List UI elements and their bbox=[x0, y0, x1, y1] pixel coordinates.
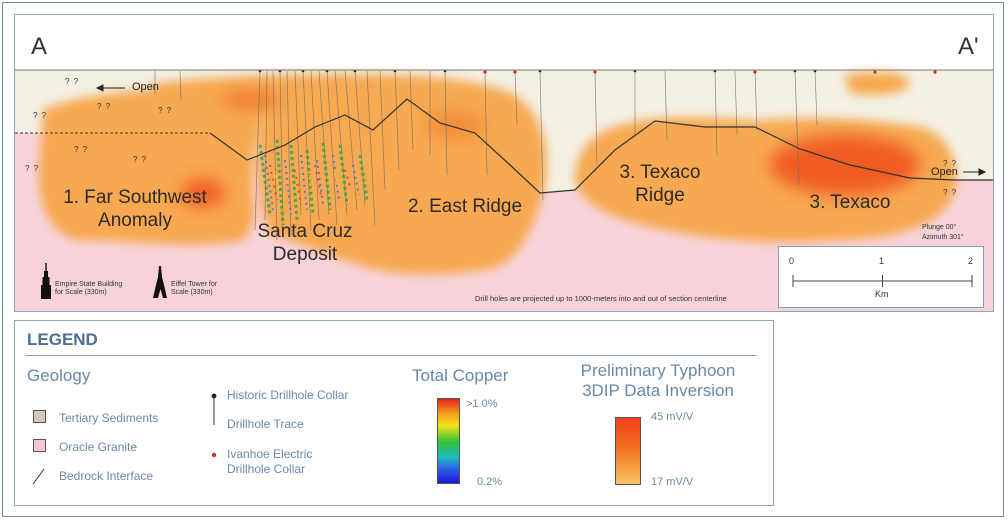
caption-line: Eiffel Tower for bbox=[171, 281, 218, 288]
area-label-santa-cruz: Santa Cruz Deposit bbox=[240, 220, 370, 266]
copper-min-label: 0.2% bbox=[477, 476, 503, 488]
ip-colorbar bbox=[615, 417, 641, 485]
unknown-mark: ? ? bbox=[158, 106, 173, 115]
ip-heading-line: Preliminary Typhoon bbox=[580, 361, 736, 380]
scale-tick-label: 2 bbox=[968, 256, 974, 266]
ivanhoe-collar-icon bbox=[211, 452, 217, 458]
tertiary-sediments-label: Tertiary Sediments bbox=[59, 411, 159, 425]
area-label-line: Ridge bbox=[635, 185, 685, 206]
bedrock-interface-label: Bedrock Interface bbox=[59, 469, 154, 483]
section-end-label: A' bbox=[958, 33, 979, 60]
oracle-granite-label: Oracle Granite bbox=[59, 440, 138, 454]
unknown-mark: ? ? bbox=[133, 155, 148, 164]
total-copper-heading: Total Copper bbox=[412, 366, 509, 385]
legend-panel: LEGEND Geology Tertiary Sediments Oracle… bbox=[14, 320, 774, 506]
unknown-mark: ? ? bbox=[25, 164, 40, 173]
unknown-mark: ? ? bbox=[33, 111, 48, 120]
unknown-mark: ? ? bbox=[74, 145, 89, 154]
open-left-label: Open bbox=[132, 81, 159, 93]
eiffel-caption: Eiffel Tower for Scale (330m) bbox=[171, 281, 217, 297]
section-footnote: Drill holes are projected up to 1000-met… bbox=[475, 294, 727, 303]
legend-title: LEGEND bbox=[27, 330, 98, 349]
copper-max-label: >1.0% bbox=[466, 398, 498, 410]
ip-heading-line: 3DIP Data Inversion bbox=[582, 381, 734, 400]
area-label-texaco: 3. Texaco bbox=[790, 191, 910, 214]
unknown-mark: ? ? bbox=[97, 102, 112, 111]
empire-caption: Empire State Building for Scale (330m) bbox=[55, 281, 122, 297]
ip-heading: Preliminary Typhoon 3DIP Data Inversion bbox=[563, 361, 753, 401]
historic-collar-label: Historic Drillhole Collar bbox=[227, 388, 349, 402]
oracle-granite-swatch bbox=[33, 439, 46, 452]
area-label-east-ridge: 2. East Ridge bbox=[390, 195, 540, 218]
copper-colorbar bbox=[437, 398, 460, 484]
bedrock-interface-icon bbox=[32, 468, 45, 485]
area-label-line: Santa Cruz bbox=[257, 221, 353, 242]
tertiary-sediments-swatch bbox=[33, 410, 46, 423]
ivanhoe-collar-label-2: Drillhole Collar bbox=[227, 462, 306, 476]
area-label-texaco-ridge: 3. Texaco Ridge bbox=[595, 161, 725, 207]
drillhole-trace-label: Drillhole Trace bbox=[227, 417, 304, 431]
area-label-line: Deposit bbox=[272, 244, 338, 265]
unknown-mark: ? ? bbox=[65, 77, 80, 86]
plunge-label: Plunge 00° bbox=[922, 224, 957, 231]
caption-line: for Scale (330m) bbox=[55, 289, 107, 296]
area-label-line: 2. East Ridge bbox=[407, 196, 523, 217]
azimuth-label: Azimuth 301° bbox=[922, 234, 964, 241]
caption-line: Scale (330m) bbox=[171, 289, 213, 296]
scale-tick-label: 1 bbox=[879, 256, 885, 266]
ip-min-label: 17 mV/V bbox=[651, 476, 694, 488]
area-label-line: Anomaly bbox=[98, 210, 172, 231]
legend-divider bbox=[25, 355, 757, 356]
unknown-mark: ? ? bbox=[943, 188, 958, 197]
unknown-mark: ? ? bbox=[943, 159, 958, 168]
area-label-line: 3. Texaco bbox=[809, 192, 891, 213]
section-start-label: A bbox=[31, 33, 48, 60]
area-label-line: 1. Far Southwest bbox=[63, 187, 207, 208]
ivanhoe-collar-label-1: Ivanhoe Electric bbox=[227, 447, 313, 461]
caption-line: Empire State Building bbox=[55, 281, 123, 288]
area-label-far-southwest: 1. Far Southwest Anomaly bbox=[50, 186, 220, 232]
scale-unit-label: Km bbox=[875, 289, 889, 299]
cross-section: A A' 1. Far Southwest Anomaly Santa Cruz… bbox=[14, 14, 994, 312]
scale-bar-box: 0 1 2 Km bbox=[778, 246, 984, 308]
geology-heading: Geology bbox=[27, 366, 91, 385]
drillhole-symbols bbox=[211, 393, 217, 458]
ip-max-label: 45 mV/V bbox=[651, 411, 694, 423]
scale-tick-label: 0 bbox=[789, 256, 795, 266]
area-label-line: 3. Texaco bbox=[619, 162, 701, 183]
